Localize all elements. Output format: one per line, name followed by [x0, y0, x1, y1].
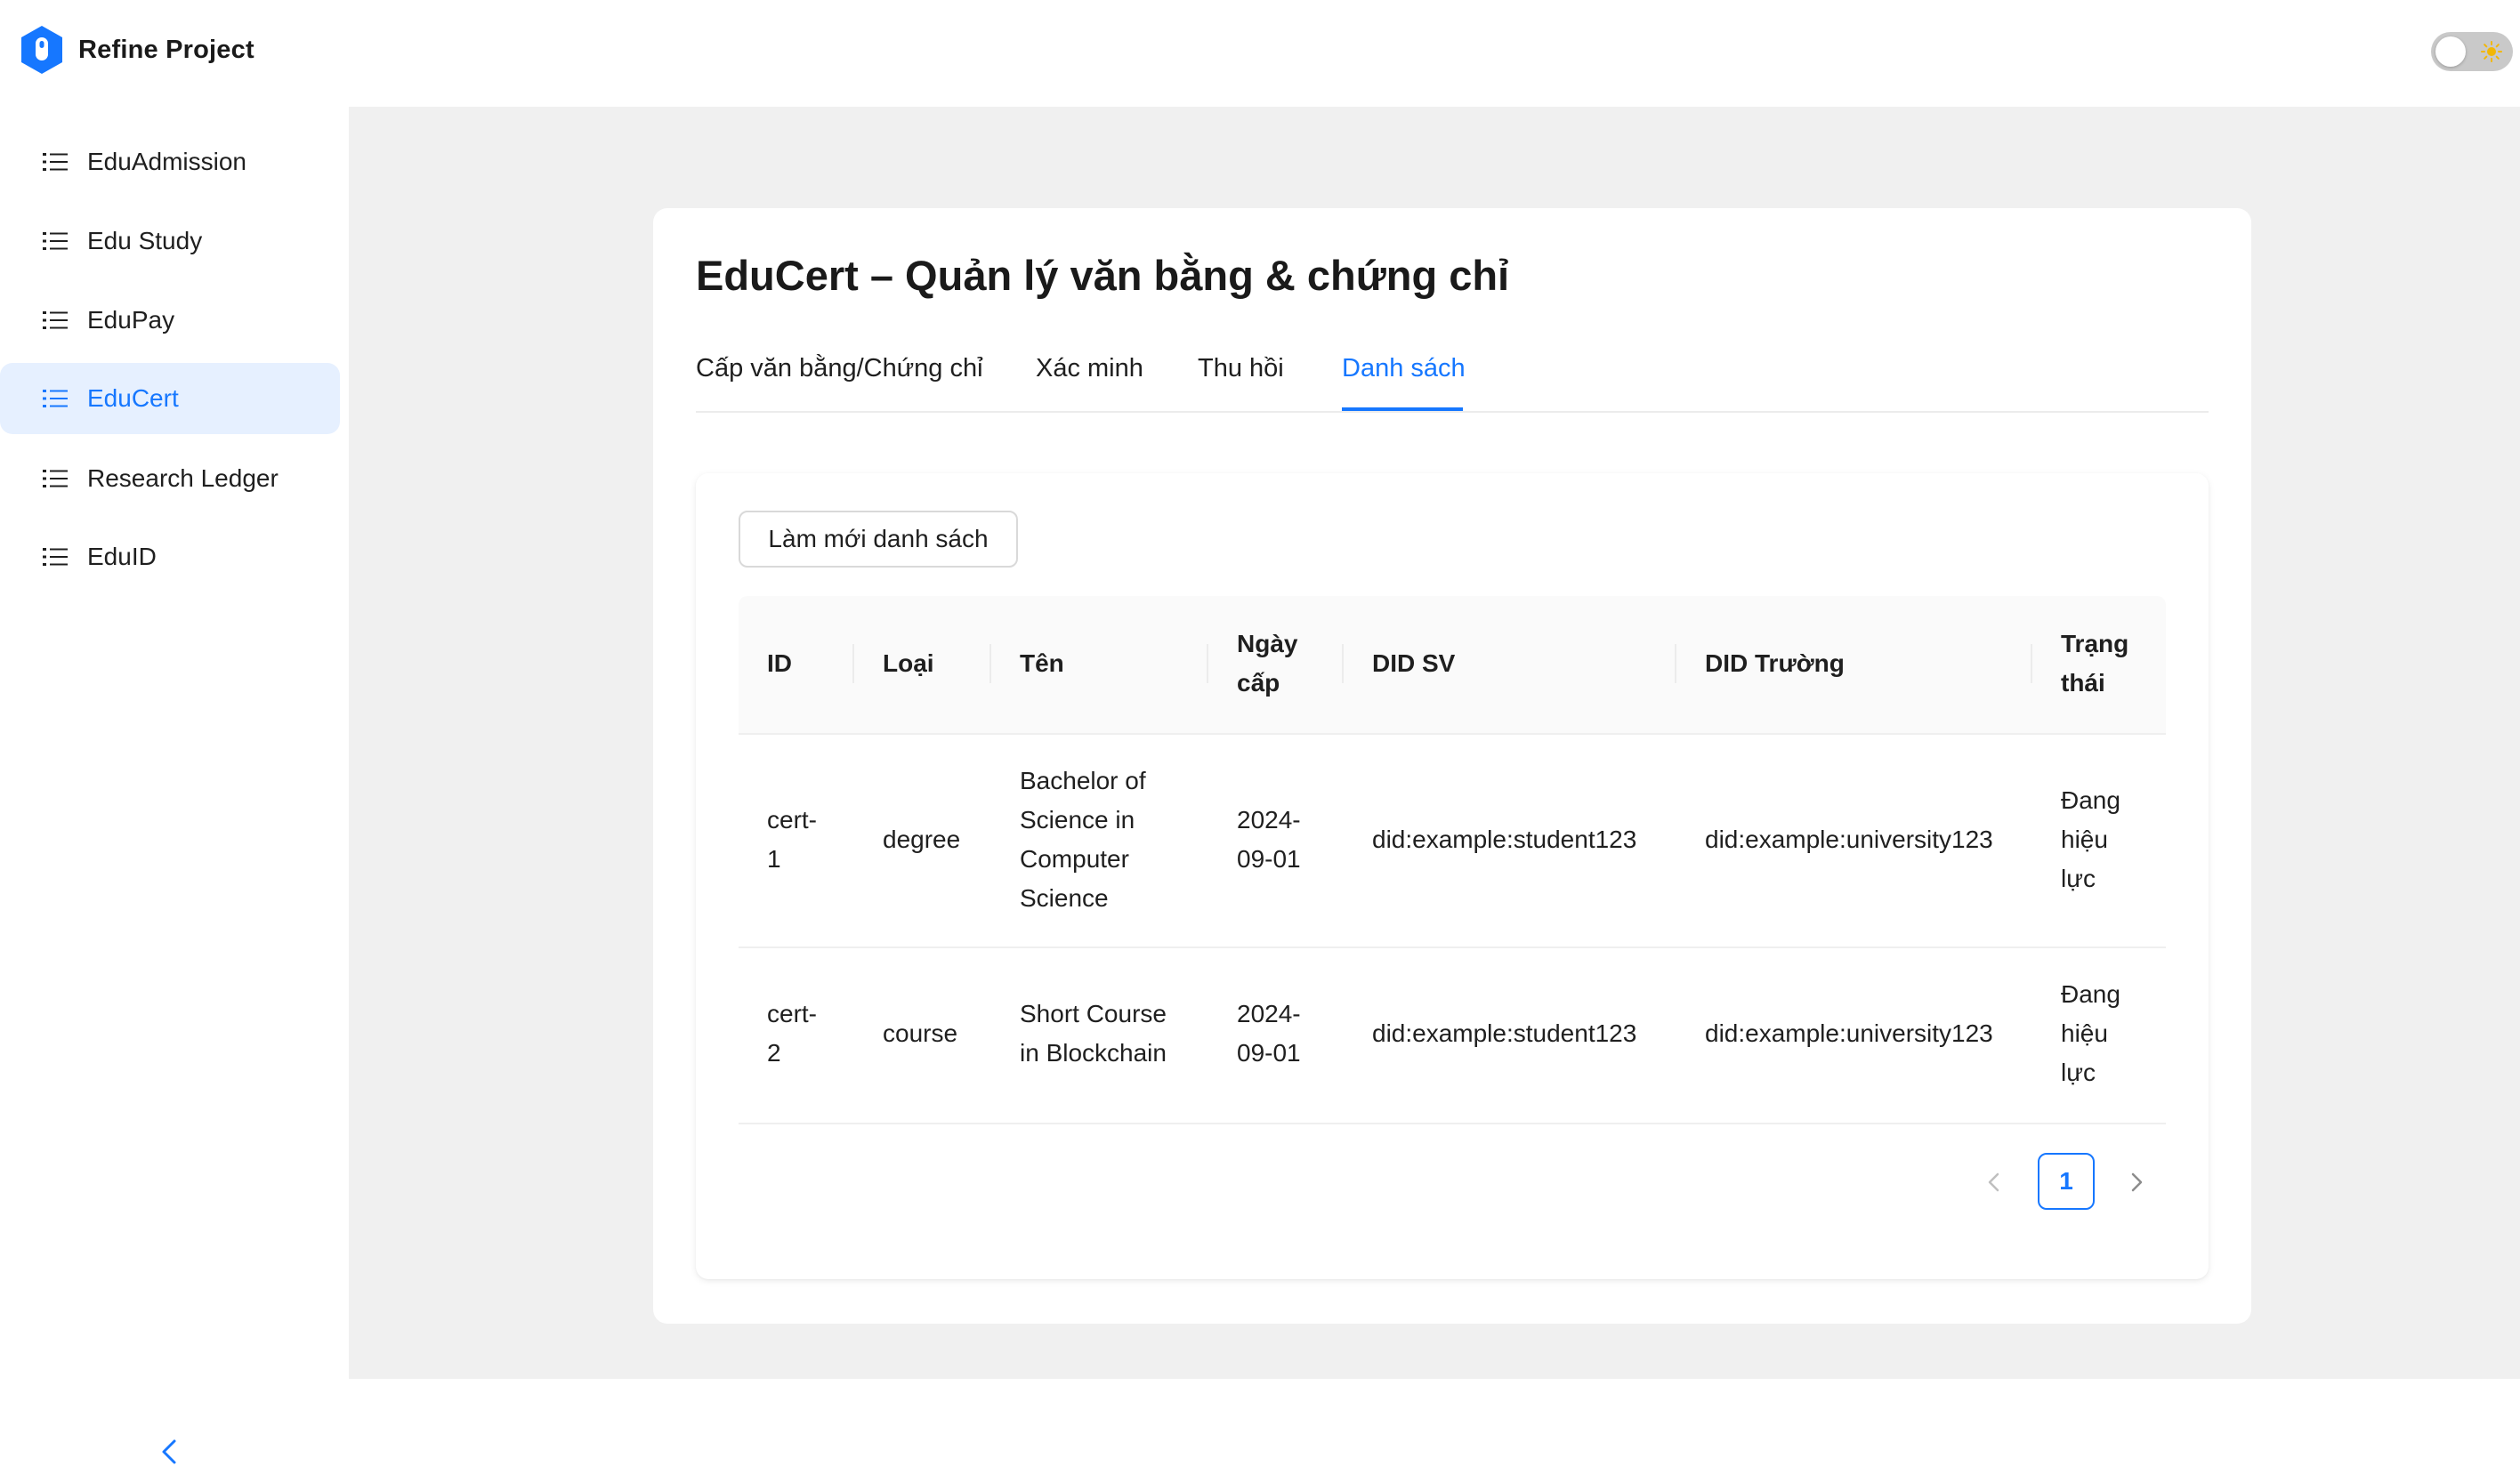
cell-did-sv: did:example:student123: [1372, 1019, 1637, 1047]
cell-issue-date: 2024- 09-01: [1237, 1000, 1301, 1067]
column-header-status: Trạng thái: [2061, 630, 2129, 697]
tab-issue[interactable]: Cấp văn bằng/Chứng chỉ: [696, 354, 983, 383]
tab-list[interactable]: Danh sách: [1342, 354, 1466, 383]
sidebar-item-edu-study[interactable]: Edu Study: [0, 205, 340, 277]
list-icon: [43, 470, 68, 487]
cell-id: cert- 2: [767, 1000, 817, 1067]
list-icon: [43, 548, 68, 566]
cell-id: cert- 1: [767, 806, 817, 873]
cell-type: degree: [883, 826, 961, 853]
theme-toggle[interactable]: [2431, 32, 2513, 71]
cell-did-sv: did:example:student123: [1372, 826, 1637, 853]
list-icon: [43, 311, 68, 329]
sidebar-item-research-ledger[interactable]: Research Ledger: [0, 443, 340, 514]
column-separator: [852, 644, 854, 683]
cell-name: Bachelor of Science in Computer Science: [1020, 767, 1146, 912]
sidebar-item-label: EduID: [87, 543, 157, 570]
sidebar-item-eduadmission[interactable]: EduAdmission: [0, 126, 340, 197]
table-header: ID Loại Tên Ngày cấp DID SV DID Trường Tr…: [739, 596, 2166, 735]
cell-did-school: did:example:university123: [1705, 1019, 1993, 1047]
list-icon: [43, 232, 68, 250]
table-row[interactable]: cert- 1 degree Bachelor of Science in Compu…: [739, 733, 2166, 948]
sidebar-item-label: EduPay: [87, 306, 175, 334]
sidebar-item-label: EduAdmission: [87, 148, 246, 175]
page-title: EduCert – Quản lý văn bằng & chứng chỉ: [696, 252, 1510, 299]
toggle-knob: [2435, 36, 2466, 67]
tab-active-indicator: [1342, 407, 1463, 411]
tab-revoke[interactable]: Thu hồi: [1198, 354, 1284, 383]
cell-status: Đang hiệu lực: [2061, 980, 2120, 1086]
column-header-did-school: DID Trường: [1705, 649, 1845, 677]
tab-verify[interactable]: Xác minh: [1036, 354, 1143, 383]
sidebar-item-label: EduCert: [87, 384, 179, 412]
refresh-list-button[interactable]: Làm mới danh sách: [739, 511, 1018, 568]
cell-type: course: [883, 1019, 958, 1047]
column-header-type: Loại: [883, 649, 934, 677]
column-header-id: ID: [767, 649, 792, 677]
column-header-issue-date: Ngày cấp: [1237, 630, 1298, 697]
cell-did-school: did:example:university123: [1705, 826, 1993, 853]
sidebar-item-edupay[interactable]: EduPay: [0, 285, 340, 356]
column-separator: [1675, 644, 1676, 683]
table-row[interactable]: cert- 2 course Short Course in Blockchain …: [739, 946, 2166, 1124]
cell-name: Short Course in Blockchain: [1020, 1000, 1167, 1067]
column-header-did-sv: DID SV: [1372, 649, 1456, 677]
app-name: Refine Project: [78, 35, 254, 64]
column-separator: [2031, 644, 2032, 683]
column-header-name: Tên: [1020, 649, 1064, 677]
sidebar-item-label: Edu Study: [87, 227, 203, 254]
chevron-right-icon[interactable]: [2125, 1169, 2148, 1196]
list-icon: [43, 390, 68, 407]
sidebar-item-eduid[interactable]: EduID: [0, 521, 340, 592]
sidebar: EduAdmission Edu Study EduPay EduCert Resear…: [0, 107, 349, 1464]
top-header: Refine Project: [0, 0, 2520, 107]
tab-bar: Cấp văn bằng/Chứng chỉ Xác minh Thu hồi …: [696, 345, 2209, 413]
cell-issue-date: 2024- 09-01: [1237, 806, 1301, 873]
cell-status: Đang hiệu lực: [2061, 786, 2120, 892]
brand[interactable]: Refine Project: [20, 25, 254, 75]
list-icon: [43, 153, 68, 171]
refine-logo-icon: [21, 26, 62, 74]
column-separator: [1342, 644, 1344, 683]
column-separator: [989, 644, 991, 683]
chevron-left-icon[interactable]: [1983, 1169, 2006, 1196]
sun-icon: [2481, 41, 2502, 62]
column-separator: [1207, 644, 1208, 683]
sidebar-item-label: Research Ledger: [87, 464, 279, 492]
pagination-page-1[interactable]: 1: [2038, 1153, 2095, 1210]
chevron-left-icon[interactable]: [158, 1438, 182, 1466]
sidebar-item-educert[interactable]: EduCert: [0, 363, 340, 434]
